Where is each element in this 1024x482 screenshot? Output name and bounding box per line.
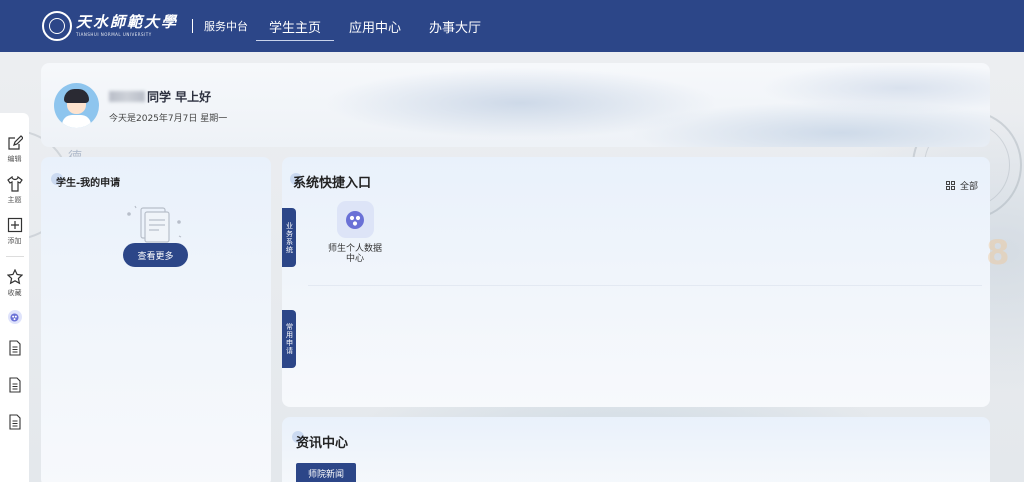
- platform-label: 服务中台: [204, 20, 249, 33]
- quick-access-title: 系统快捷入口: [293, 176, 372, 191]
- rail-add-button[interactable]: 添加: [7, 217, 23, 246]
- app-name: 师生个人数据中心: [327, 244, 382, 264]
- rail-favorite-button[interactable]: 收藏: [6, 269, 23, 298]
- greeting-text: 同学 早上好: [147, 90, 212, 104]
- app-tile-personal-data-center[interactable]: 师生个人数据中心: [320, 201, 390, 264]
- tab-college-news[interactable]: 师院新闻: [296, 463, 356, 482]
- nav-service-hall[interactable]: 办事大厅: [416, 0, 494, 52]
- top-navigation-bar: 天水師範大學 TIANSHUI NORMAL UNIVERSITY 服务中台 学…: [0, 0, 1024, 52]
- greeting-card: 同学 早上好 今天是2025年7月7日 星期一: [41, 63, 990, 147]
- add-box-icon: [7, 217, 22, 233]
- background-decoration-number: 8: [986, 233, 1010, 273]
- left-tool-rail: 编辑 主题 添加 收藏: [0, 113, 29, 482]
- blurred-username: [109, 91, 145, 102]
- nav-student-home[interactable]: 学生主页: [256, 0, 335, 52]
- my-applications-panel: 学生-我的申请 查看更多: [41, 157, 271, 482]
- system-quick-access-panel: 系统快捷入口 全部 业务系统 常用申请 师生个人数据中心: [282, 157, 990, 407]
- rail-app-shortcut[interactable]: [7, 310, 22, 324]
- greeting-date: 今天是2025年7月7日 星期一: [109, 114, 228, 124]
- nav-app-center[interactable]: 应用中心: [336, 0, 414, 52]
- view-more-button[interactable]: 查看更多: [123, 243, 188, 267]
- rail-separator: [5, 256, 24, 257]
- tab-business-systems[interactable]: 业务系统: [282, 208, 296, 267]
- nav-divider: [192, 19, 194, 33]
- logo-chinese-name: 天水師範大學: [76, 13, 179, 31]
- university-logo[interactable]: 天水師範大學 TIANSHUI NORMAL UNIVERSITY: [42, 0, 178, 52]
- data-center-icon: [10, 312, 19, 322]
- document-icon[interactable]: [8, 414, 22, 430]
- data-center-icon: [346, 210, 364, 229]
- user-avatar[interactable]: [54, 83, 99, 128]
- greeting-line: 同学 早上好: [109, 88, 211, 105]
- document-icon[interactable]: [8, 340, 22, 356]
- my-applications-title: 学生-我的申请: [56, 178, 121, 189]
- grid-icon: [945, 181, 955, 190]
- rail-theme-button[interactable]: 主题: [6, 176, 23, 205]
- tab-common-applications[interactable]: 常用申请: [282, 310, 296, 368]
- star-icon: [6, 269, 23, 285]
- edit-icon: [7, 135, 23, 150]
- view-all-link[interactable]: 全部: [945, 179, 978, 192]
- shirt-icon: [6, 176, 23, 192]
- logo-english-name: TIANSHUI NORMAL UNIVERSITY: [76, 32, 152, 37]
- university-emblem-icon: [42, 11, 72, 41]
- divider-line: [308, 285, 982, 286]
- news-center-title: 资讯中心: [296, 436, 349, 451]
- document-icon[interactable]: [8, 377, 22, 393]
- news-center-panel: 资讯中心 师院新闻: [282, 417, 990, 482]
- rail-edit-button[interactable]: 编辑: [7, 135, 23, 164]
